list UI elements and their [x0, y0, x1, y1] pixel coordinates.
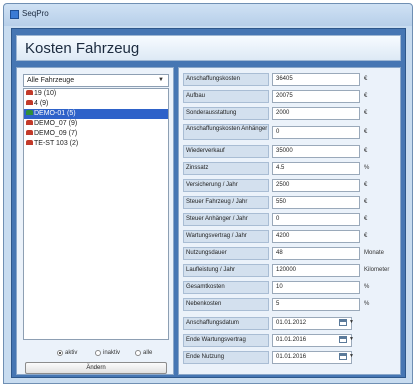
field-unit: € — [364, 76, 368, 82]
vehicle-label: DEMO_09 (7) — [34, 130, 78, 137]
field-input[interactable]: 0 — [272, 213, 360, 226]
radio-option[interactable]: inaktiv — [95, 350, 120, 356]
car-icon — [26, 139, 33, 145]
car-icon — [26, 129, 33, 135]
radio-button[interactable] — [135, 350, 141, 356]
chevron-down-icon: ▼ — [158, 77, 164, 83]
field-unit: € — [364, 182, 368, 188]
field-label: Steuer Anhänger / Jahr — [183, 213, 269, 226]
field-unit: % — [364, 165, 370, 171]
field-label: Steuer Fahrzeug / Jahr — [183, 196, 269, 209]
field-label: Nebenkosten — [183, 298, 269, 311]
radio-button[interactable] — [95, 350, 101, 356]
page-header: Kosten Fahrzeug — [16, 35, 401, 61]
field-label: Gesamtkosten — [183, 281, 269, 294]
vehicle-list-item[interactable]: TE-ST 103 (2) — [24, 139, 168, 149]
car-icon — [26, 89, 33, 95]
date-label: Anschaffungsdatum — [183, 317, 269, 330]
field-input[interactable]: 4200 — [272, 230, 360, 243]
calendar-icon[interactable] — [339, 353, 347, 360]
title-bar[interactable]: SeqPro — [4, 4, 412, 26]
date-label: Ende Nutzung — [183, 351, 269, 364]
field-unit: € — [364, 110, 368, 116]
vehicle-list-item[interactable]: 4 (9) — [24, 99, 168, 109]
field-input[interactable]: 35000 — [272, 145, 360, 158]
field-input[interactable]: 2000 — [272, 107, 360, 120]
vehicle-list[interactable]: 19 (10) 4 (9) DEMO-01 (5) DEMO_07 (9) DEMO_0… — [23, 88, 169, 340]
field-input[interactable]: 2500 — [272, 179, 360, 192]
vehicle-label: DEMO-01 (5) — [34, 110, 76, 117]
radio-label: inaktiv — [103, 350, 121, 356]
car-icon — [26, 99, 33, 105]
status-radio-group: aktiv inaktiv alle — [57, 349, 172, 359]
window-title: SeqPro — [22, 9, 49, 18]
field-input[interactable]: 5 — [272, 298, 360, 311]
radio-label: aktiv — [65, 350, 78, 356]
field-unit: € — [364, 199, 368, 205]
field-input[interactable]: 48 — [272, 247, 360, 260]
field-unit: € — [364, 93, 368, 99]
field-input[interactable]: 20075 — [272, 90, 360, 103]
app-window: SeqPro Kosten Fahrzeug Alle Fahrzeuge ▼ … — [3, 3, 413, 384]
field-unit: Monate — [364, 250, 385, 256]
field-input[interactable]: 550 — [272, 196, 360, 209]
vehicle-label: 4 (9) — [34, 100, 49, 107]
vehicle-list-item[interactable]: 19 (10) — [24, 89, 168, 99]
field-label: Wartungsvertrag / Jahr — [183, 230, 269, 243]
calendar-icon[interactable] — [339, 336, 347, 343]
vehicle-filter-dropdown[interactable]: Alle Fahrzeuge ▼ — [23, 74, 169, 87]
app-icon — [10, 10, 19, 19]
vehicle-filter-value: Alle Fahrzeuge — [27, 77, 75, 84]
edit-button[interactable]: Ändern — [25, 362, 167, 374]
vehicle-panel: Alle Fahrzeuge ▼ 19 (10) 4 (9) DEMO-01 (5)… — [16, 67, 174, 375]
car-icon — [26, 109, 33, 115]
vehicle-label: 19 (10) — [34, 90, 57, 97]
field-unit: € — [364, 233, 368, 239]
field-unit: % — [364, 284, 370, 290]
field-input[interactable]: 4.5 — [272, 162, 360, 175]
vehicle-label: DEMO_07 (9) — [34, 120, 78, 127]
field-unit: € — [364, 148, 368, 154]
chevron-down-icon[interactable]: ▼ — [349, 319, 354, 325]
client-area: Kosten Fahrzeug Alle Fahrzeuge ▼ 19 (10)… — [11, 28, 406, 378]
cost-form: Anschaffungskosten 36405 € Aufbau 20075 € Sond… — [178, 67, 401, 375]
vehicle-list-item[interactable]: DEMO_07 (9) — [24, 119, 168, 129]
chevron-down-icon[interactable]: ▼ — [349, 353, 354, 359]
car-icon — [26, 119, 33, 125]
page-title: Kosten Fahrzeug — [25, 40, 140, 57]
field-input[interactable]: 10 — [272, 281, 360, 294]
radio-option[interactable]: alle — [135, 350, 152, 356]
vehicle-list-item[interactable]: DEMO-01 (5) — [24, 109, 168, 119]
field-input[interactable]: 36405 — [272, 73, 360, 86]
date-label: Ende Wartungsvertrag — [183, 334, 269, 347]
vehicle-label: TE-ST 103 (2) — [34, 140, 79, 147]
field-label: Anschaffungskosten — [183, 73, 269, 86]
radio-button[interactable] — [57, 350, 63, 356]
field-unit: Kilometer — [364, 267, 390, 273]
chevron-down-icon[interactable]: ▼ — [349, 336, 354, 342]
field-input[interactable]: 0 — [272, 126, 360, 139]
field-label: Versicherung / Jahr — [183, 179, 269, 192]
field-label: Zinssatz — [183, 162, 269, 175]
radio-option[interactable]: aktiv — [57, 350, 77, 356]
field-label: Nutzungsdauer — [183, 247, 269, 260]
calendar-icon[interactable] — [339, 319, 347, 326]
field-unit: € — [364, 129, 368, 135]
field-label: Laufleistung / Jahr — [183, 264, 269, 277]
field-unit: € — [364, 216, 368, 222]
field-label: Anschaffungskosten Anhänger — [183, 124, 269, 140]
field-unit: % — [364, 301, 370, 307]
field-label: Aufbau — [183, 90, 269, 103]
field-label: Sonderausstattung — [183, 107, 269, 120]
radio-label: alle — [143, 350, 153, 356]
field-input[interactable]: 120000 — [272, 264, 360, 277]
vehicle-list-item[interactable]: DEMO_09 (7) — [24, 129, 168, 139]
field-label: Wiederverkauf — [183, 145, 269, 158]
